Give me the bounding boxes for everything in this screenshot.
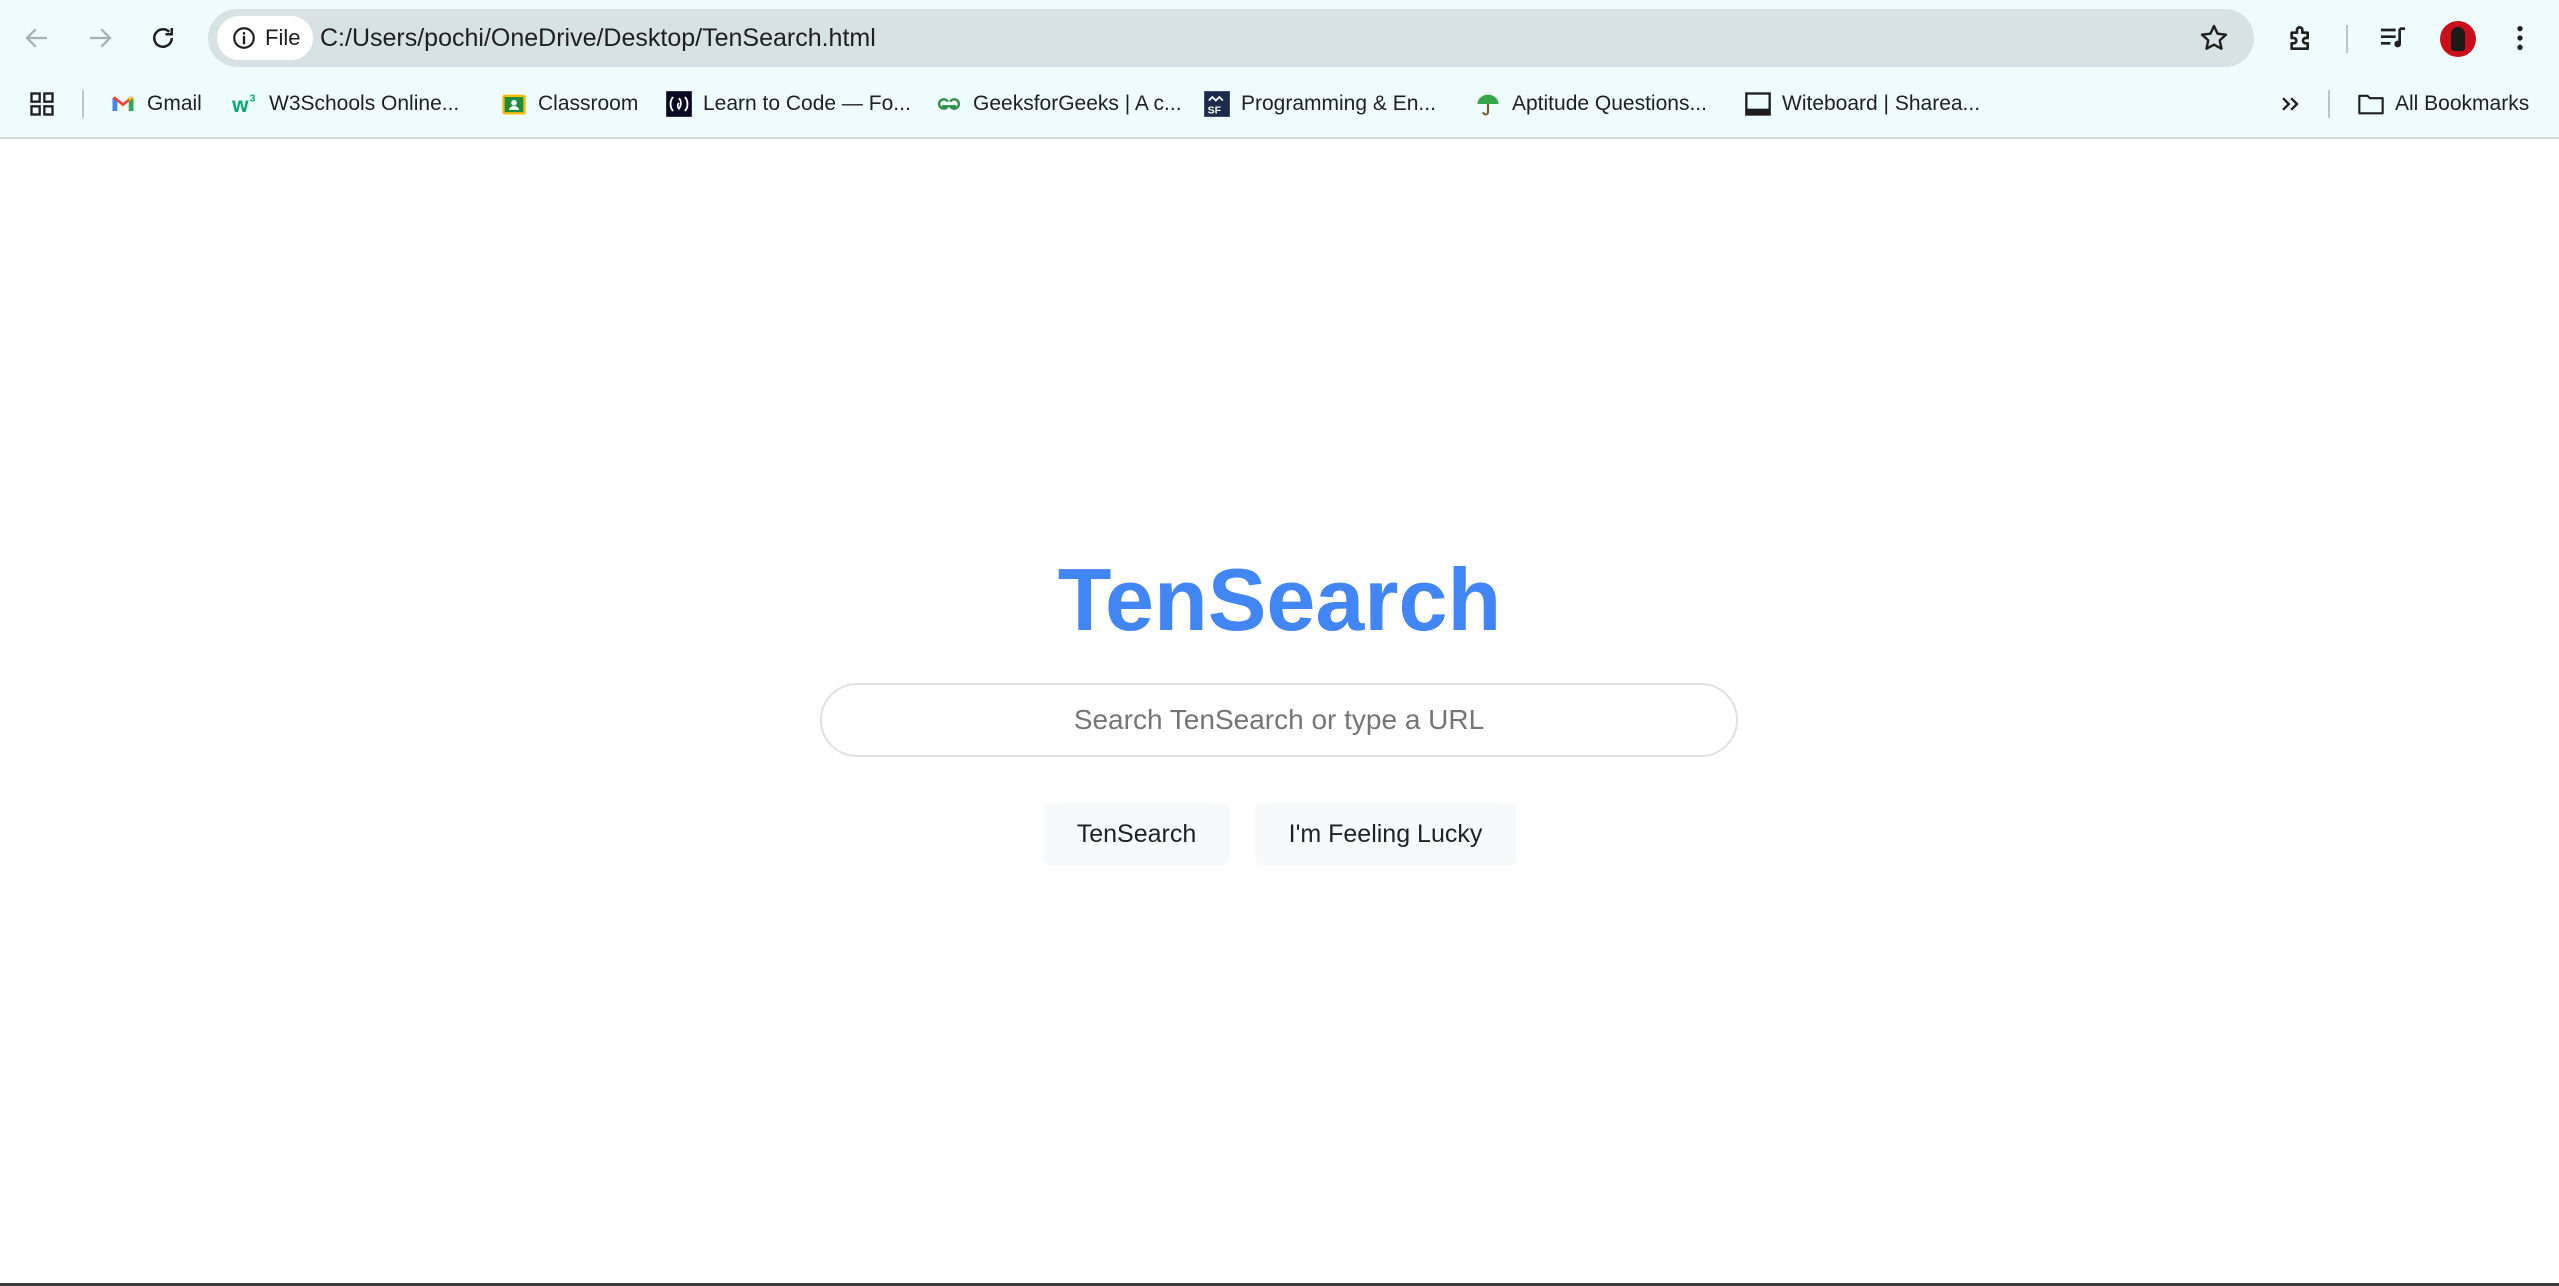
more-bookmarks-button[interactable]	[2276, 80, 2314, 128]
bookmark-label: Aptitude Questions...	[1512, 92, 1707, 115]
geeksforgeeks-icon	[935, 90, 963, 118]
media-button[interactable]	[2373, 18, 2413, 58]
bookmark-geeksforgeeks[interactable]: GeeksforGeeks | A c...	[935, 80, 1182, 128]
bookmark-label: W3Schools Online...	[269, 92, 460, 115]
bookmark-label: Witeboard | Sharea...	[1782, 92, 1981, 115]
bookmarks-divider	[82, 90, 84, 118]
chevron-double-right-icon	[2276, 90, 2304, 118]
arrow-right-icon	[90, 28, 112, 48]
forward-button[interactable]	[80, 18, 120, 58]
back-button[interactable]	[17, 18, 57, 58]
bookmark-label: Classroom	[538, 92, 639, 115]
umbrella-icon	[1474, 90, 1502, 118]
extensions-button[interactable]	[2281, 18, 2321, 58]
reload-icon	[153, 28, 173, 48]
svg-text:3: 3	[250, 93, 256, 105]
arrow-left-icon	[25, 28, 47, 48]
browser-menu-button[interactable]	[2500, 18, 2540, 58]
url-text[interactable]: C:/Users/pochi/OneDrive/Desktop/TenSearc…	[320, 9, 876, 67]
search-input[interactable]	[820, 683, 1738, 757]
bookmark-label: Learn to Code — Fo...	[703, 92, 911, 115]
info-icon	[233, 27, 255, 49]
feeling-lucky-button[interactable]: I'm Feeling Lucky	[1255, 803, 1516, 865]
bookmark-label: Programming & En...	[1241, 92, 1436, 115]
site-info-label: File	[265, 25, 301, 50]
apps-button[interactable]	[28, 80, 66, 128]
browser-toolbar: File C:/Users/pochi/OneDrive/Desktop/Ten…	[0, 0, 2559, 78]
address-bar[interactable]: File C:/Users/pochi/OneDrive/Desktop/Ten…	[208, 9, 2254, 67]
bookmark-label: Gmail	[147, 92, 202, 115]
profile-avatar[interactable]	[2440, 21, 2476, 57]
svg-text:w: w	[231, 94, 249, 117]
site-info-chip[interactable]: File	[217, 16, 313, 60]
bookmark-witeboard[interactable]: Witeboard | Sharea...	[1744, 80, 1980, 128]
toolbar-divider	[2346, 25, 2348, 53]
bookmark-freecodecamp[interactable]: Learn to Code — Fo...	[665, 80, 911, 128]
classroom-icon	[500, 90, 528, 118]
sf-icon: SF	[1203, 90, 1231, 118]
browser-chrome: File C:/Users/pochi/OneDrive/Desktop/Ten…	[0, 0, 2559, 139]
star-icon[interactable]	[2198, 22, 2230, 54]
freecodecamp-icon	[665, 90, 693, 118]
bookmark-gmail[interactable]: Gmail	[109, 80, 202, 128]
bookmark-classroom[interactable]: Classroom	[500, 80, 638, 128]
puzzle-icon	[2290, 26, 2309, 50]
gmail-icon	[109, 90, 137, 118]
playlist-icon	[2381, 27, 2405, 48]
search-button[interactable]: TenSearch	[1043, 803, 1230, 865]
bookmark-w3schools[interactable]: w3 W3Schools Online...	[231, 80, 459, 128]
apps-grid-icon	[28, 90, 56, 118]
all-bookmarks-button[interactable]: All Bookmarks	[2357, 80, 2529, 128]
bookmark-programming[interactable]: SF Programming & En...	[1203, 80, 1436, 128]
all-bookmarks-label: All Bookmarks	[2395, 92, 2530, 115]
w3schools-icon: w3	[231, 90, 259, 118]
reload-button[interactable]	[143, 18, 183, 58]
svg-text:SF: SF	[1208, 104, 1222, 116]
witeboard-icon	[1744, 90, 1772, 118]
page-logo: TenSearch	[1057, 550, 1502, 649]
kebab-menu-icon	[2517, 26, 2523, 50]
folder-icon	[2357, 90, 2385, 118]
bookmarks-bar: Gmail w3 W3Schools Online... Classroom L…	[0, 80, 2559, 128]
bookmarks-divider	[2328, 90, 2330, 118]
bookmark-aptitude[interactable]: Aptitude Questions...	[1474, 80, 1707, 128]
bookmark-label: GeeksforGeeks | A c...	[973, 92, 1182, 115]
